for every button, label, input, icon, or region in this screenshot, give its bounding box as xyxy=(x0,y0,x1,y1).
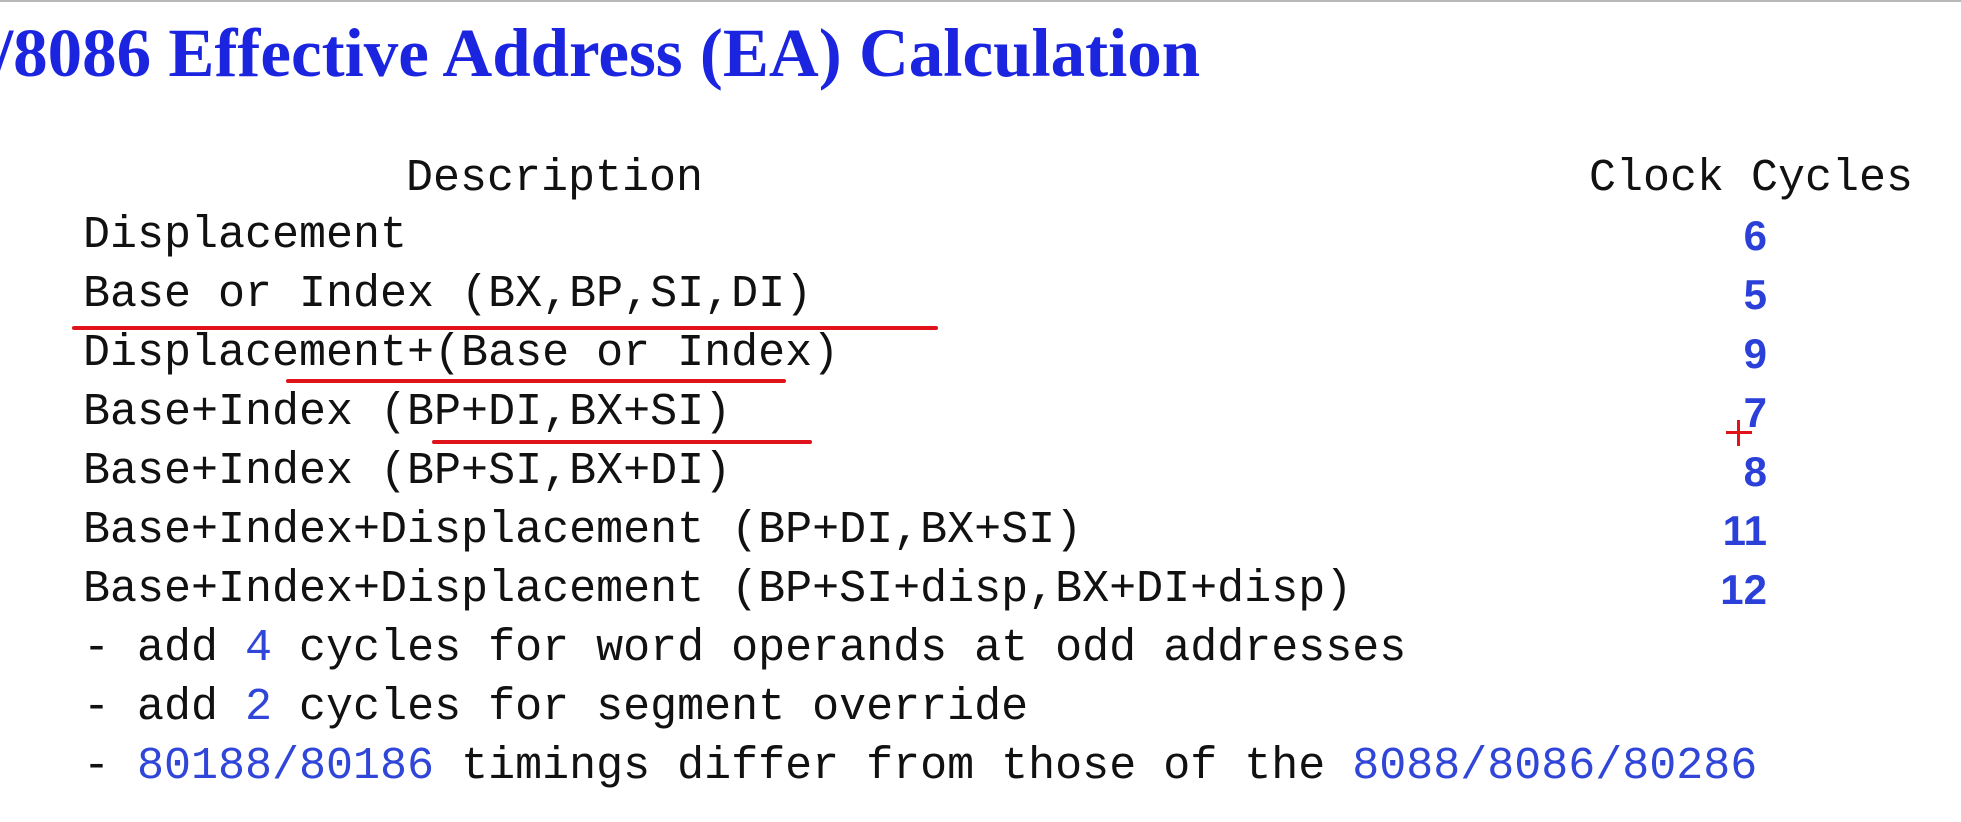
row-cycles: 12 xyxy=(1720,566,1767,613)
table-row: Base+Index+Displacement (BP+SI+disp,BX+D… xyxy=(0,562,1961,618)
top-border xyxy=(0,0,1961,2)
table-row: Displacement 6 xyxy=(0,208,1961,264)
note-segment-override: - add 2 cycles for segment override xyxy=(83,680,1028,736)
table-row: Base or Index (BX,BP,SI,DI) 5 xyxy=(0,267,1961,323)
note-suffix: cycles for word operands at odd addresse… xyxy=(272,623,1407,674)
row-cycles: 6 xyxy=(1743,212,1767,259)
note-value: 2 xyxy=(245,682,273,733)
page-title: /8086 Effective Address (EA) Calculation xyxy=(0,15,1201,91)
table-row: Base+Index+Displacement (BP+DI,BX+SI) 11 xyxy=(0,503,1961,559)
note-value: 4 xyxy=(245,623,273,674)
table-row: Displacement+(Base or Index) 9 xyxy=(0,326,1961,382)
note-timings: - 80188/80186 timings differ from those … xyxy=(83,739,1757,795)
annotation-underline-bp-di-bx-si xyxy=(432,440,812,444)
row-description: Displacement xyxy=(83,210,408,261)
note-prefix: - add xyxy=(83,623,246,674)
note-word-operands: - add 4 cycles for word operands at odd … xyxy=(83,621,1406,677)
description-column-header: Description xyxy=(406,153,704,204)
row-description: Base+Index (BP+DI,BX+SI) xyxy=(83,387,732,438)
row-description: Displacement+(Base or Index) xyxy=(83,328,840,379)
note-middle: timings differ from those of the xyxy=(434,741,1353,792)
note-cpus-a: 80188/80186 xyxy=(137,741,435,792)
clock-cycles-column-header: Clock Cycles xyxy=(1588,153,1913,204)
note-prefix: - add xyxy=(83,682,246,733)
row-description: Base+Index (BP+SI,BX+DI) xyxy=(83,446,732,497)
note-suffix: cycles for segment override xyxy=(272,682,1029,733)
table-row: Base+Index (BP+DI,BX+SI) 7 xyxy=(0,385,1961,441)
row-cycles: 5 xyxy=(1743,271,1767,318)
row-description: Base or Index (BX,BP,SI,DI) xyxy=(83,269,813,320)
row-description: Base+Index+Displacement (BP+SI+disp,BX+D… xyxy=(83,564,1353,615)
row-cycles: 8 xyxy=(1743,448,1767,495)
annotation-underline-displacement-base xyxy=(286,379,786,383)
crosshair-cursor-icon xyxy=(1726,420,1752,446)
row-cycles: 9 xyxy=(1743,330,1767,377)
row-description: Base+Index+Displacement (BP+DI,BX+SI) xyxy=(83,505,1083,556)
annotation-underline-base-or-index xyxy=(72,326,938,330)
note-cpus-b: 8088/8086/80286 xyxy=(1352,741,1758,792)
note-prefix: - xyxy=(83,741,138,792)
table-row: Base+Index (BP+SI,BX+DI) 8 xyxy=(0,444,1961,500)
row-cycles: 11 xyxy=(1722,507,1767,554)
